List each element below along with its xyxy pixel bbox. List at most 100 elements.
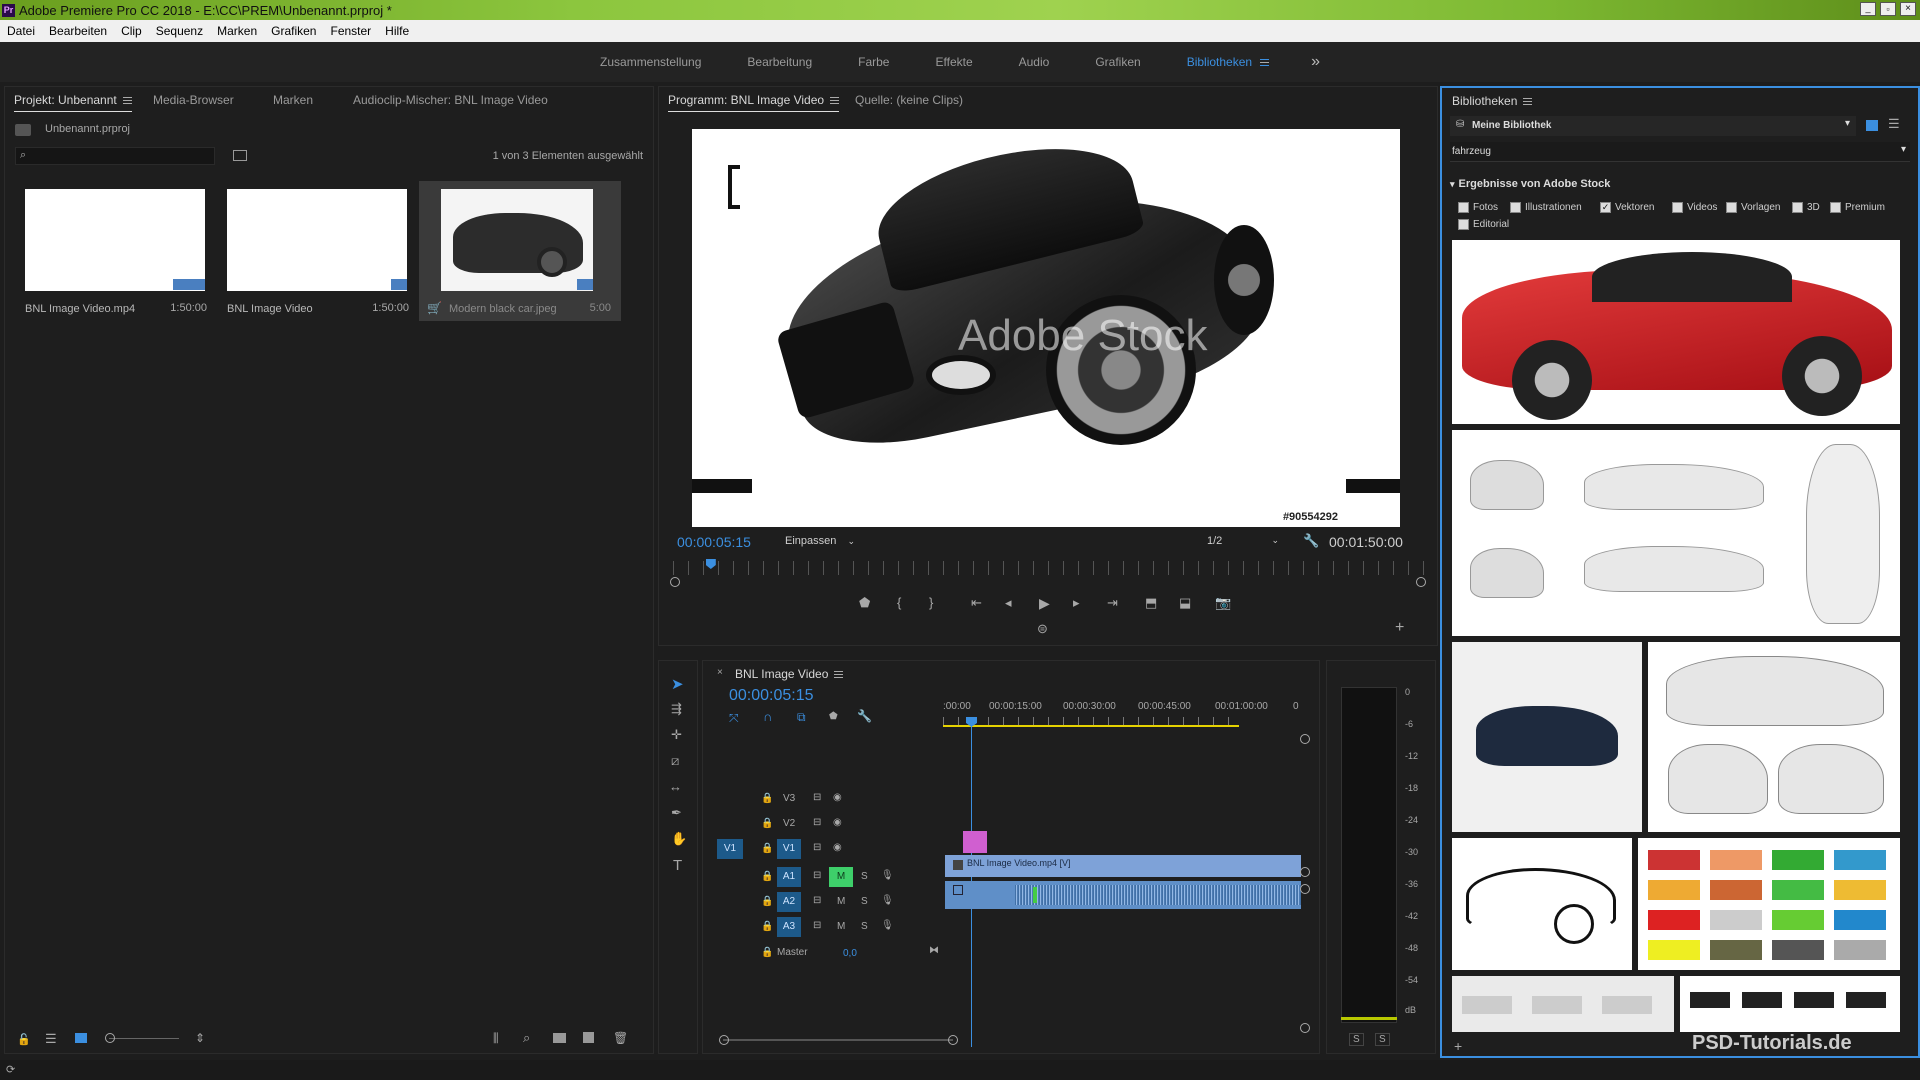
library-search-input[interactable]: fahrzeug ▾ bbox=[1450, 142, 1910, 162]
project-item[interactable]: BNL Image Video.mp4 1:50:00 bbox=[19, 187, 207, 317]
lift-icon[interactable]: ⬒ bbox=[1145, 595, 1157, 611]
close-button[interactable]: × bbox=[1900, 2, 1916, 16]
add-marker-icon[interactable]: ⬟ bbox=[859, 595, 870, 611]
timeline-scroll-handle[interactable] bbox=[1300, 734, 1310, 744]
menu-sequenz[interactable]: Sequenz bbox=[149, 24, 210, 38]
workspace-farbe[interactable]: Farbe bbox=[858, 55, 889, 69]
ripple-edit-tool-icon[interactable]: ✛ bbox=[671, 727, 682, 743]
out-zoom-handle[interactable] bbox=[1416, 577, 1426, 587]
video-clip-v1[interactable]: BNL Image Video.mp4 [V] bbox=[945, 855, 1301, 877]
go-to-out-icon[interactable]: ⇥ bbox=[1107, 595, 1118, 611]
insert-overwrite-icon[interactable]: ⤧ bbox=[729, 711, 739, 726]
timeline-scrollbar[interactable] bbox=[723, 1039, 953, 1041]
filter-editorial[interactable]: Editorial bbox=[1458, 219, 1509, 230]
track-label[interactable]: A2 bbox=[777, 892, 801, 912]
new-item-icon[interactable] bbox=[583, 1032, 594, 1043]
type-tool-icon[interactable]: T bbox=[673, 857, 682, 874]
workspace-zusammenstellung[interactable]: Zusammenstellung bbox=[600, 55, 701, 69]
razor-tool-icon[interactable]: ⧄ bbox=[671, 753, 679, 769]
lock-icon[interactable]: 🔓 bbox=[17, 1033, 31, 1046]
solo-left-button[interactable]: S bbox=[1349, 1033, 1364, 1046]
lock-icon[interactable]: 🔒 bbox=[761, 793, 773, 804]
filter-3d[interactable]: 3D bbox=[1792, 202, 1820, 213]
stock-result-white-hatchbacks[interactable] bbox=[1648, 642, 1900, 832]
sync-lock-icon[interactable]: ⊟ bbox=[813, 895, 821, 906]
lock-icon[interactable]: 🔒 bbox=[761, 921, 773, 932]
filter-fotos[interactable]: Fotos bbox=[1458, 202, 1498, 213]
program-timecode[interactable]: 00:00:05:15 bbox=[677, 534, 751, 550]
selection-tool-icon[interactable]: ➤ bbox=[671, 675, 684, 693]
eye-icon[interactable]: ◉ bbox=[833, 842, 842, 853]
project-item[interactable]: BNL Image Video 1:50:00 bbox=[221, 187, 409, 317]
solo-button[interactable]: S bbox=[861, 871, 868, 882]
sort-icon[interactable]: ⇕ bbox=[195, 1031, 205, 1045]
find-icon[interactable]: ⌕ bbox=[523, 1030, 530, 1046]
hand-tool-icon[interactable]: ✋ bbox=[671, 831, 687, 847]
track-label[interactable]: A1 bbox=[777, 867, 801, 887]
checkbox[interactable] bbox=[1792, 202, 1803, 213]
tab-marken[interactable]: Marken bbox=[273, 93, 313, 107]
tab-sequence[interactable]: BNL Image Video bbox=[735, 667, 844, 681]
project-item-selected[interactable]: 🛒 Modern black car.jpeg 5:00 bbox=[419, 181, 621, 321]
comparison-view-icon[interactable]: ⊜ bbox=[1037, 621, 1048, 637]
tab-media-browser[interactable]: Media-Browser bbox=[153, 93, 234, 107]
stock-result-sketch-car[interactable] bbox=[1452, 838, 1632, 970]
program-video-frame[interactable]: Adobe Stock #90554292 bbox=[692, 129, 1400, 527]
checkbox-checked[interactable]: ✓ bbox=[1600, 202, 1611, 213]
checkbox[interactable] bbox=[1672, 202, 1683, 213]
icon-view-icon[interactable] bbox=[75, 1033, 87, 1043]
tab-source[interactable]: Quelle: (keine Clips) bbox=[855, 93, 963, 107]
delete-icon[interactable]: 🗑 bbox=[613, 1031, 628, 1045]
sync-lock-icon[interactable]: ⊟ bbox=[813, 870, 821, 881]
mark-in-icon[interactable]: { bbox=[897, 595, 901, 610]
filter-vektoren[interactable]: ✓ Vektoren bbox=[1600, 202, 1654, 213]
solo-right-button[interactable]: S bbox=[1375, 1033, 1390, 1046]
list-view-icon[interactable]: ☰ bbox=[45, 1031, 57, 1047]
voice-over-icon[interactable]: 🎙 bbox=[881, 895, 894, 906]
checkbox[interactable] bbox=[1726, 202, 1737, 213]
grid-view-icon[interactable] bbox=[1866, 120, 1878, 131]
eye-icon[interactable]: ◉ bbox=[833, 817, 842, 828]
sync-lock-icon[interactable]: ⊟ bbox=[813, 920, 821, 931]
stock-result-car-silhouette[interactable] bbox=[1452, 642, 1642, 832]
solo-button[interactable]: S bbox=[861, 896, 868, 907]
track-label[interactable]: V2 bbox=[783, 818, 795, 829]
snap-icon[interactable]: ∩ bbox=[763, 709, 772, 724]
zoom-slider-handle[interactable] bbox=[105, 1033, 115, 1043]
extract-icon[interactable]: ⬓ bbox=[1179, 595, 1191, 611]
panel-menu-icon[interactable] bbox=[122, 97, 132, 105]
master-volume[interactable]: 0,0 bbox=[843, 948, 857, 959]
workspace-audio[interactable]: Audio bbox=[1019, 55, 1050, 69]
timeline-timecode[interactable]: 00:00:05:15 bbox=[729, 687, 814, 705]
sync-lock-icon[interactable]: ⊟ bbox=[813, 842, 821, 853]
mark-out-icon[interactable]: } bbox=[929, 595, 933, 610]
sync-lock-icon[interactable]: ⊟ bbox=[813, 817, 821, 828]
checkbox[interactable] bbox=[1510, 202, 1521, 213]
workspace-bibliotheken[interactable]: Bibliotheken bbox=[1187, 55, 1252, 69]
track-scroll-handle[interactable] bbox=[1300, 884, 1310, 894]
menu-grafiken[interactable]: Grafiken bbox=[264, 24, 323, 38]
panel-menu-icon[interactable] bbox=[1523, 98, 1533, 106]
track-label[interactable]: V3 bbox=[783, 793, 795, 804]
menu-bearbeiten[interactable]: Bearbeiten bbox=[42, 24, 114, 38]
panel-menu-icon[interactable] bbox=[834, 671, 844, 679]
tab-project[interactable]: Projekt: Unbenannt bbox=[14, 93, 132, 112]
lock-icon[interactable]: 🔒 bbox=[761, 818, 773, 829]
workspace-effekte[interactable]: Effekte bbox=[935, 55, 972, 69]
scroll-handle-right[interactable] bbox=[948, 1035, 958, 1045]
filter-premium[interactable]: Premium bbox=[1830, 202, 1885, 213]
zoom-slider[interactable] bbox=[109, 1038, 179, 1039]
new-search-bin-icon[interactable] bbox=[233, 150, 247, 161]
go-to-in-icon[interactable]: ⇤ bbox=[971, 595, 982, 611]
stock-result-car-icons[interactable] bbox=[1680, 976, 1900, 1032]
list-view-icon[interactable]: ☰ bbox=[1888, 116, 1900, 132]
maximize-button[interactable]: ▫ bbox=[1880, 2, 1896, 16]
menu-datei[interactable]: Datei bbox=[0, 24, 42, 38]
stock-results-header[interactable]: ▾ Ergebnisse von Adobe Stock bbox=[1450, 178, 1610, 190]
automate-sequence-icon[interactable]: ⫼ bbox=[493, 1031, 499, 1046]
workspace-bearbeitung[interactable]: Bearbeitung bbox=[747, 55, 812, 69]
add-button-icon[interactable]: + bbox=[1395, 619, 1404, 637]
menu-marken[interactable]: Marken bbox=[210, 24, 264, 38]
eye-icon[interactable]: ◉ bbox=[833, 792, 842, 803]
pen-tool-icon[interactable]: ✒ bbox=[671, 805, 682, 821]
